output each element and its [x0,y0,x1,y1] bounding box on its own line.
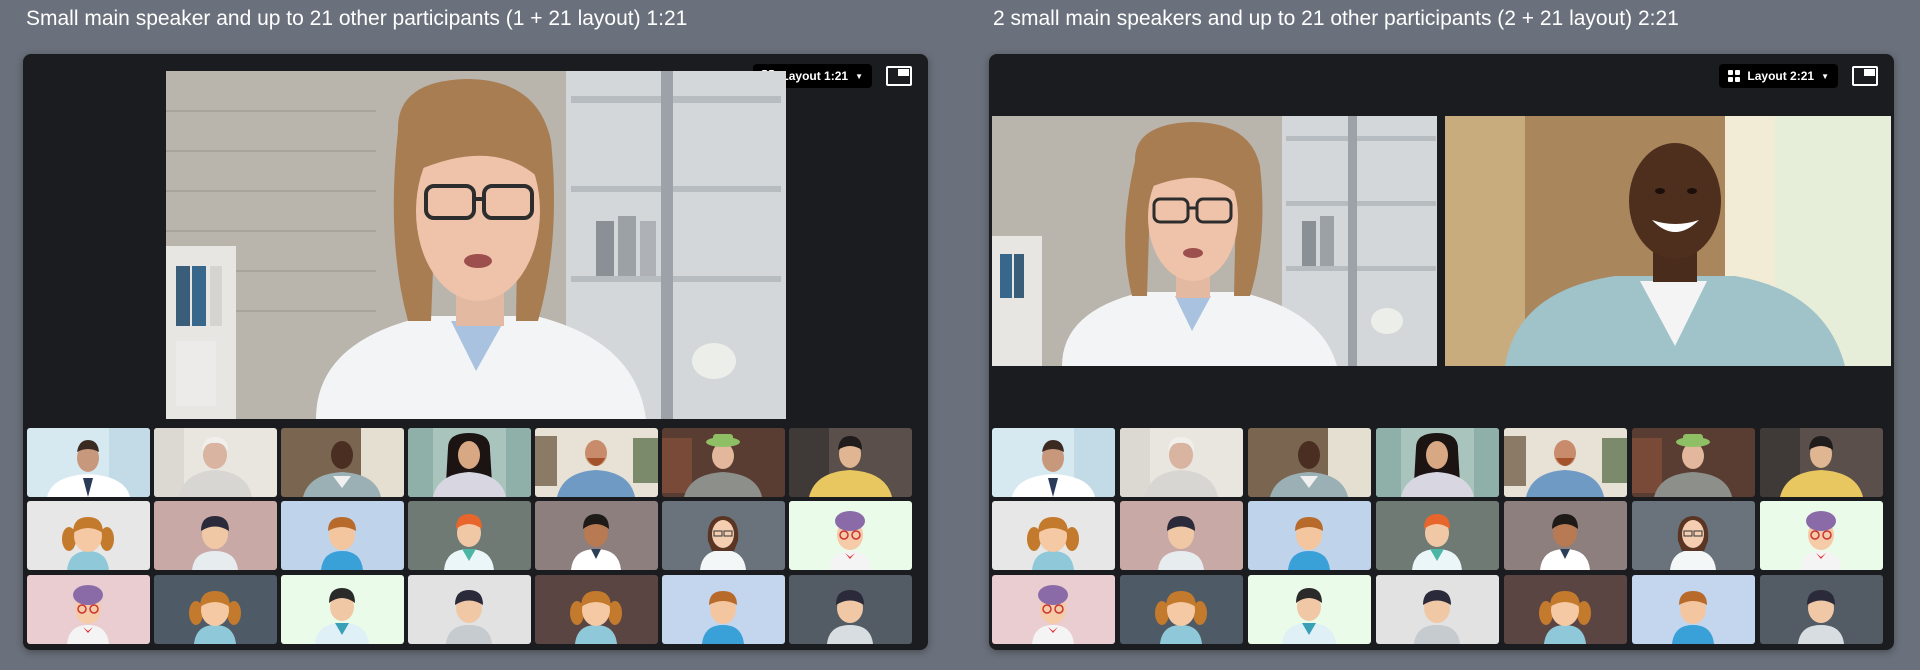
caret-down-icon: ▼ [855,71,863,81]
participant-avatar-tile[interactable] [789,501,912,570]
participant-tile-photo[interactable] [1632,428,1755,497]
participant-tile-photo[interactable] [27,428,150,497]
participant-avatar-tile[interactable] [662,501,785,570]
participant-tile-photo[interactable] [1248,428,1371,497]
participant-avatar-tile[interactable] [1504,501,1627,570]
participant-avatar-tile[interactable] [1632,575,1755,644]
layout-label: Layout 1:21 [781,69,849,83]
participant-avatar-tile[interactable] [1120,575,1243,644]
participant-tile-photo[interactable] [992,428,1115,497]
caption-left: Small main speaker and up to 21 other pa… [26,7,688,30]
participant-avatar-tile[interactable] [154,501,277,570]
participant-tile-photo[interactable] [154,428,277,497]
participant-tile-photo[interactable] [281,428,404,497]
participant-tile-photo[interactable] [1760,428,1883,497]
participant-tile-photo[interactable] [789,428,912,497]
participant-avatar-tile[interactable] [1504,575,1627,644]
participant-avatar-tile[interactable] [1248,575,1371,644]
participant-tile-photo[interactable] [408,428,531,497]
participant-avatar-tile[interactable] [789,575,912,644]
participant-avatar-tile[interactable] [154,575,277,644]
picture-in-picture-icon[interactable] [1852,66,1878,86]
participant-avatar-tile[interactable] [408,575,531,644]
participant-avatar-tile[interactable] [662,575,785,644]
grid-icon [1728,70,1741,82]
participant-avatar-tile[interactable] [992,501,1115,570]
participant-avatar-tile[interactable] [1632,501,1755,570]
participant-avatar-tile[interactable] [281,501,404,570]
panel-toolbar: Layout 2:21 ▼ [1719,64,1878,88]
participant-avatar-tile[interactable] [1376,501,1499,570]
participant-avatar-tile[interactable] [1248,501,1371,570]
participant-tile-photo[interactable] [535,428,658,497]
layout-label: Layout 2:21 [1747,69,1815,83]
participant-avatar-tile[interactable] [1120,501,1243,570]
main-speaker-video[interactable] [166,71,786,419]
video-panel-2-21: Layout 2:21 ▼ [989,54,1894,650]
participant-avatar-tile[interactable] [27,501,150,570]
participant-avatar-tile[interactable] [535,575,658,644]
main-speaker-video-1[interactable] [992,116,1437,366]
main-speaker-video-2[interactable] [1445,116,1891,366]
participant-avatar-tile[interactable] [992,575,1115,644]
participant-tile-photo[interactable] [662,428,785,497]
participant-avatar-tile[interactable] [1760,501,1883,570]
participant-avatar-tile[interactable] [1376,575,1499,644]
picture-in-picture-icon[interactable] [886,66,912,86]
caret-down-icon: ▼ [1821,71,1829,81]
participant-avatar-tile[interactable] [1760,575,1883,644]
participant-avatar-tile[interactable] [281,575,404,644]
participant-tile-photo[interactable] [1376,428,1499,497]
caption-right: 2 small main speakers and up to 21 other… [993,7,1679,30]
layout-dropdown-button[interactable]: Layout 2:21 ▼ [1719,64,1838,88]
participant-tile-photo[interactable] [1504,428,1627,497]
video-panel-1-21: Layout 1:21 ▼ [23,54,928,650]
participant-avatar-tile[interactable] [408,501,531,570]
participant-avatar-tile[interactable] [535,501,658,570]
participant-tile-photo[interactable] [1120,428,1243,497]
participant-avatar-tile[interactable] [27,575,150,644]
